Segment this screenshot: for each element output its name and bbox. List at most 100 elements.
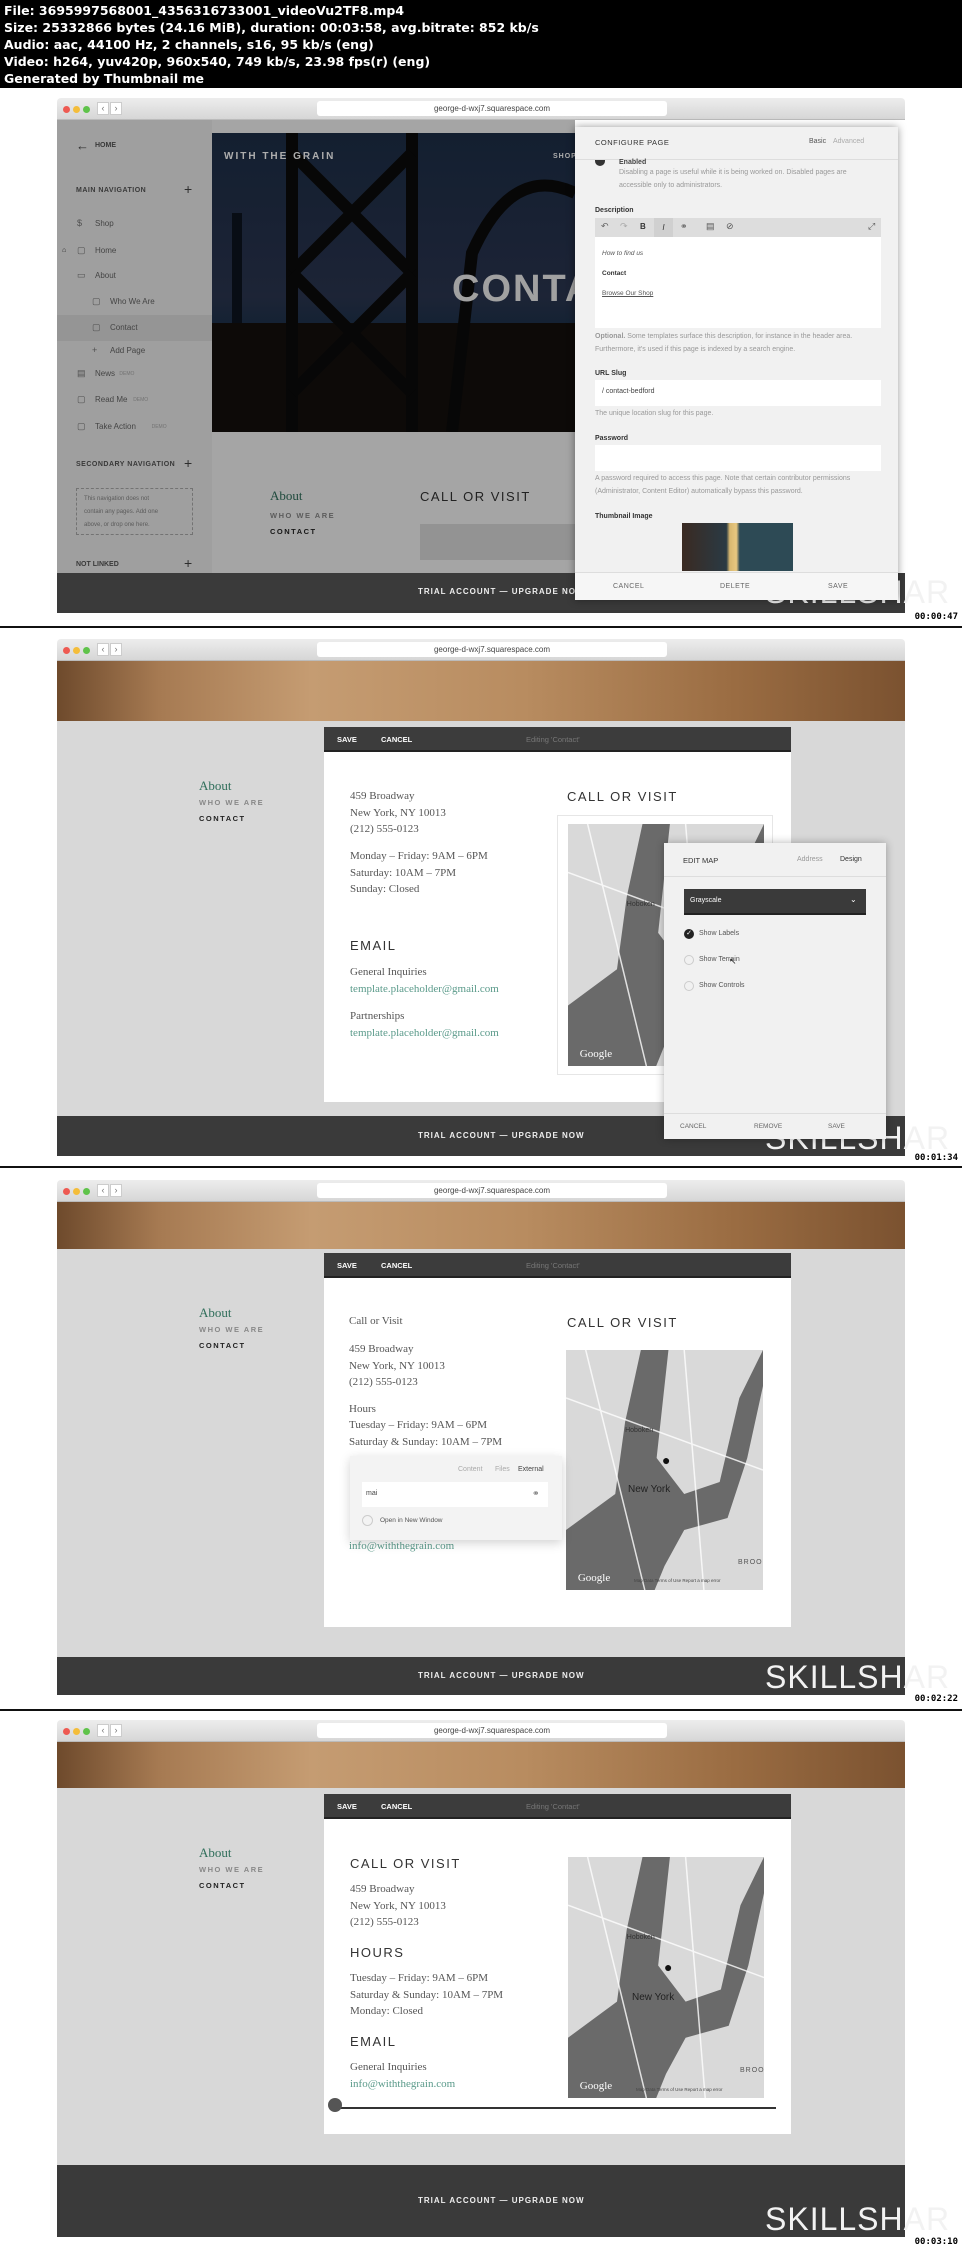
link-icon[interactable]: ⚭ [680, 221, 688, 232]
section-heading: CALL OR VISIT [567, 789, 678, 804]
close-window-icon[interactable] [63, 647, 70, 654]
checkbox[interactable] [684, 981, 694, 991]
back-button[interactable]: ‹ [97, 102, 109, 115]
hours-label: Hours [349, 1403, 376, 1415]
password-input[interactable] [595, 445, 881, 471]
bold-icon[interactable]: B [640, 222, 646, 231]
save-button[interactable]: SAVE [828, 1123, 845, 1130]
save-button[interactable]: SAVE [828, 583, 848, 590]
checkbox-label[interactable]: Show Labels [699, 930, 739, 937]
url-bar[interactable]: george-d-wxj7.squarespace.com [317, 642, 667, 657]
link-url-input[interactable]: mai ⚭ [362, 1482, 548, 1507]
checkbox-label[interactable]: Show Controls [699, 982, 745, 989]
cancel-button[interactable]: CANCEL [680, 1123, 706, 1130]
cancel-button[interactable]: CANCEL [613, 583, 644, 590]
forward-button[interactable]: › [110, 643, 122, 656]
tab-content[interactable]: Content [458, 1466, 483, 1473]
map-terms[interactable]: Map Data Terms of Use Report a map error [636, 2087, 722, 2092]
minimize-window-icon[interactable] [73, 106, 80, 113]
subnav-contact[interactable]: CONTACT [199, 1881, 246, 1890]
forward-button[interactable]: › [110, 102, 122, 115]
video-info-header: File: 3695997568001_4356316733001_videoV… [0, 0, 962, 88]
tab-advanced[interactable]: Advanced [833, 138, 864, 145]
enabled-toggle[interactable] [595, 160, 605, 166]
new-window-checkbox[interactable] [362, 1515, 373, 1526]
email-link[interactable]: template.placeholder@gmail.com [350, 983, 499, 995]
save-button[interactable]: SAVE [337, 1261, 357, 1270]
hours-line: Saturday & Sunday: 10AM – 7PM [350, 1988, 504, 2001]
paste-icon[interactable]: ▤ [706, 221, 715, 232]
google-logo: Google [579, 1048, 613, 1060]
minimize-window-icon[interactable] [73, 1728, 80, 1735]
cancel-button[interactable]: CANCEL [381, 1261, 412, 1270]
expand-icon[interactable]: ⤢ [868, 221, 875, 232]
back-button[interactable]: ‹ [97, 1184, 109, 1197]
map-terms[interactable]: Map Data Terms of Use Report a map error [634, 1578, 720, 1583]
map-style-select[interactable]: Grayscale ⌄ [684, 889, 866, 915]
editing-status: Editing 'Contact' [526, 735, 580, 744]
maximize-window-icon[interactable] [83, 1188, 90, 1195]
tab-files[interactable]: Files [495, 1466, 510, 1473]
upgrade-link[interactable]: TRIAL ACCOUNT — UPGRADE NOW [418, 1131, 585, 1140]
description-editor[interactable]: How to find us Contact Browse Our Shop [595, 237, 881, 328]
subnav-who-we-are[interactable]: WHO WE ARE [199, 798, 264, 807]
close-window-icon[interactable] [63, 1728, 70, 1735]
map-label: BROO [738, 1559, 763, 1566]
thumbnail-image[interactable] [682, 523, 793, 571]
forward-button[interactable]: › [110, 1724, 122, 1737]
maximize-window-icon[interactable] [83, 106, 90, 113]
clear-format-icon[interactable]: ⊘ [726, 221, 734, 232]
maximize-window-icon[interactable] [83, 647, 90, 654]
upgrade-link[interactable]: TRIAL ACCOUNT — UPGRADE NOW [418, 2196, 585, 2205]
cancel-button[interactable]: CANCEL [381, 735, 412, 744]
google-map[interactable]: Hoboken Google New York ● BROO Map Data Terms… [566, 1350, 763, 1590]
minimize-window-icon[interactable] [73, 1188, 80, 1195]
url-bar[interactable]: george-d-wxj7.squarespace.com [317, 1723, 667, 1738]
drag-handle[interactable] [328, 2098, 342, 2112]
cancel-button[interactable]: CANCEL [381, 1802, 412, 1811]
italic-icon[interactable]: I [654, 218, 673, 237]
email-link[interactable]: info@withthegrain.com [349, 1540, 454, 1552]
tab-external[interactable]: External [518, 1466, 544, 1473]
url-slug-label: URL Slug [595, 370, 627, 377]
tab-design[interactable]: Design [840, 856, 862, 863]
subnav-about[interactable]: About [199, 1305, 232, 1321]
back-button[interactable]: ‹ [97, 643, 109, 656]
subnav-about[interactable]: About [199, 778, 232, 794]
address-line: 459 Broadway [350, 1883, 415, 1895]
subnav-about[interactable]: About [199, 1845, 232, 1861]
save-button[interactable]: SAVE [337, 735, 357, 744]
upgrade-link[interactable]: TRIAL ACCOUNT — UPGRADE NOW [418, 587, 585, 596]
checkbox[interactable] [684, 955, 694, 965]
checkbox-label[interactable]: Open in New Window [380, 1517, 443, 1524]
email-link[interactable]: info@withthegrain.com [350, 2078, 455, 2090]
subnav-who-we-are[interactable]: WHO WE ARE [199, 1865, 264, 1874]
tab-basic[interactable]: Basic [809, 138, 826, 145]
google-logo: Google [579, 2080, 613, 2092]
upgrade-link[interactable]: TRIAL ACCOUNT — UPGRADE NOW [418, 1671, 585, 1680]
subnav-who-we-are[interactable]: WHO WE ARE [199, 1325, 264, 1334]
forward-button[interactable]: › [110, 1184, 122, 1197]
checkbox[interactable]: ✓ [684, 929, 694, 939]
subnav-contact[interactable]: CONTACT [199, 1341, 246, 1350]
delete-button[interactable]: DELETE [720, 583, 750, 590]
subnav-contact[interactable]: CONTACT [199, 814, 246, 823]
url-slug-input[interactable]: / contact-bedford [595, 380, 881, 406]
close-window-icon[interactable] [63, 1188, 70, 1195]
back-button[interactable]: ‹ [97, 1724, 109, 1737]
undo-icon[interactable]: ↶ [601, 221, 609, 232]
close-window-icon[interactable] [63, 106, 70, 113]
url-bar[interactable]: george-d-wxj7.squarespace.com [317, 1183, 667, 1198]
google-map[interactable]: Hoboken Google New York ● BROO Map Data Terms… [568, 1857, 764, 2098]
tab-address[interactable]: Address [797, 856, 823, 863]
editor-link[interactable]: Browse Our Shop [602, 290, 653, 297]
rte-toolbar: ↶ ↷ B I ⚭ ▤ ⊘ ⤢ [595, 218, 881, 237]
email-link[interactable]: template.placeholder@gmail.com [350, 1027, 499, 1039]
maximize-window-icon[interactable] [83, 1728, 90, 1735]
save-button[interactable]: SAVE [337, 1802, 357, 1811]
remove-button[interactable]: REMOVE [754, 1123, 782, 1130]
redo-icon[interactable]: ↷ [620, 221, 628, 232]
map-label: New York [628, 1484, 671, 1495]
url-bar[interactable]: george-d-wxj7.squarespace.com [317, 101, 667, 116]
minimize-window-icon[interactable] [73, 647, 80, 654]
